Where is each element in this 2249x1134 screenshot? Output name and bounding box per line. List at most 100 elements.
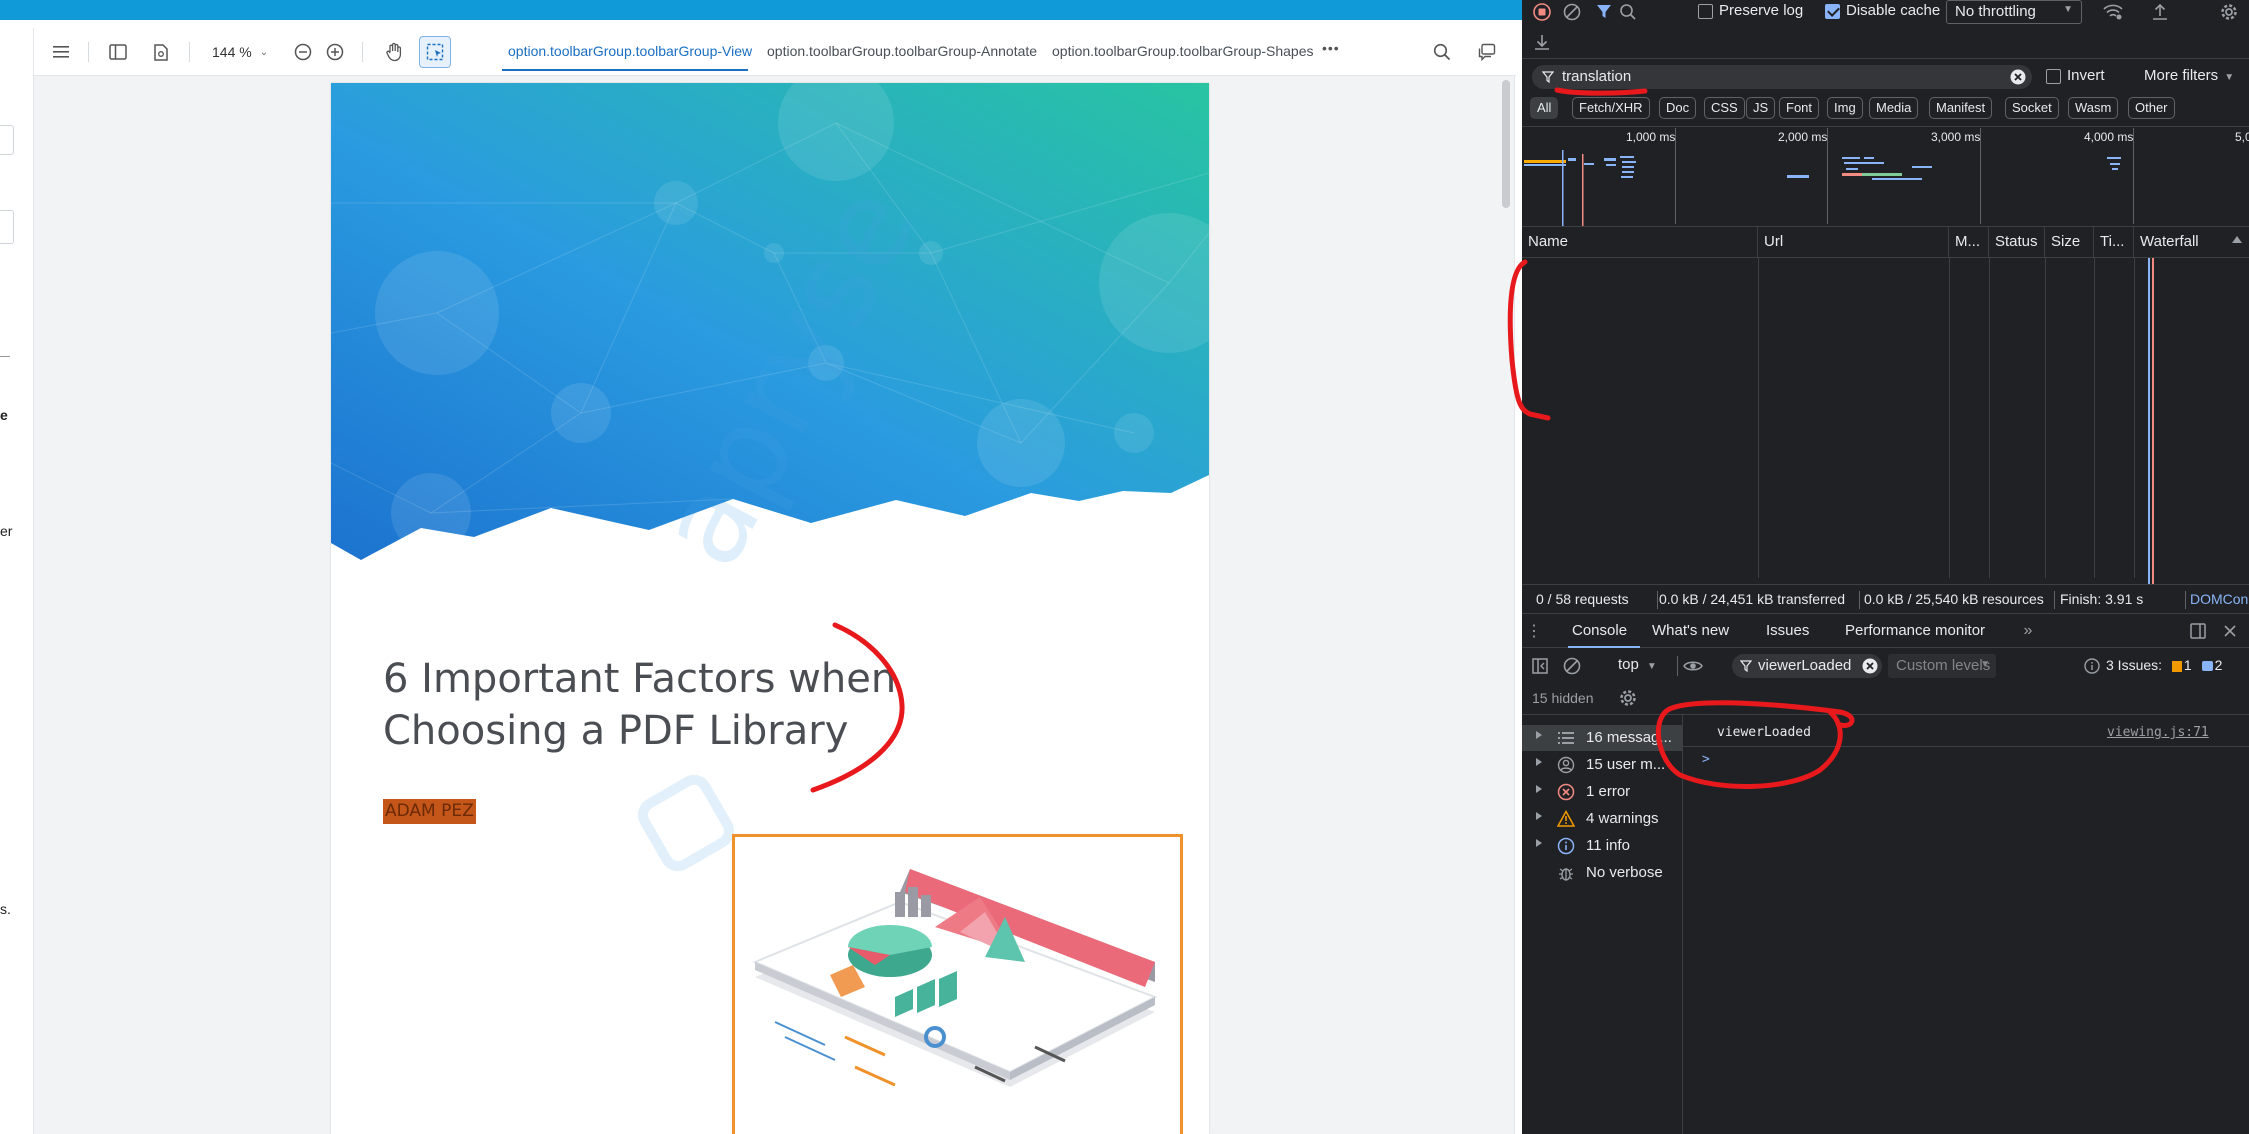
drawer-menu-icon[interactable]: ⋮ — [1526, 622, 1542, 640]
preserve-log-checkbox[interactable]: Preserve log — [1698, 2, 1803, 19]
status-separator — [1657, 591, 1658, 609]
clear-console-icon[interactable] — [1562, 656, 1582, 676]
console-settings-gear-icon[interactable] — [1618, 688, 1638, 708]
divider — [1522, 58, 2249, 59]
tab-performance-monitor[interactable]: Performance monitor — [1845, 622, 1985, 639]
type-filter-css[interactable]: CSS — [1704, 97, 1745, 119]
comments-panel-icon[interactable] — [1473, 38, 1501, 66]
column-method[interactable]: M... — [1949, 226, 1989, 258]
type-filter-manifest[interactable]: Manifest — [1929, 97, 1993, 119]
dock-side-icon[interactable] — [2188, 622, 2208, 640]
tab-view[interactable]: option.toolbarGroup.toolbarGroup-View — [508, 43, 752, 59]
console-prompt[interactable]: > — [1702, 752, 1710, 767]
filter-funnel-icon — [1740, 660, 1752, 672]
column-divider — [2045, 258, 2046, 578]
menu-icon[interactable] — [47, 38, 75, 66]
type-filter-font[interactable]: Font — [1779, 97, 1820, 119]
console-filter-input[interactable]: viewerLoaded — [1732, 654, 1882, 678]
clear-icon[interactable] — [1562, 2, 1582, 22]
tab-issues[interactable]: Issues — [1766, 622, 1809, 639]
sidebar-item-verbose[interactable]: No verbose — [1522, 860, 1682, 886]
type-filter-all[interactable]: All — [1530, 97, 1559, 119]
column-time[interactable]: Ti... — [2094, 226, 2134, 258]
list-icon — [1558, 732, 1574, 744]
search-icon[interactable] — [1618, 2, 1638, 22]
context-selector[interactable]: top ▼ — [1618, 656, 1657, 673]
issues-counter[interactable]: 3 Issues: 1 2 — [2106, 657, 2222, 673]
divider — [1522, 714, 2249, 715]
sidebar-item-user-messages[interactable]: 15 user m... — [1522, 752, 1682, 778]
type-filter-socket[interactable]: Socket — [2005, 97, 2059, 119]
console-message[interactable]: viewerLoaded — [1717, 725, 1811, 740]
sidebar-item-warnings[interactable]: 4 warnings — [1522, 806, 1682, 832]
sidebar-item-label: 15 user m... — [1586, 756, 1666, 773]
left-panel-icon[interactable] — [104, 38, 132, 66]
disable-cache-checkbox[interactable]: Disable cache — [1825, 2, 1940, 19]
filter-funnel-icon — [1542, 71, 1554, 83]
clear-filter-icon[interactable] — [1862, 658, 1878, 674]
type-filter-wasm[interactable]: Wasm — [2068, 97, 2119, 119]
domcontentloaded-time: DOMCon — [2190, 591, 2249, 607]
type-filter-img[interactable]: Img — [1827, 97, 1863, 119]
console-sidebar-divider — [1682, 715, 1683, 1134]
throttling-select[interactable]: No throttling ▼ — [1946, 0, 2082, 24]
console-sidebar-icon[interactable] — [1530, 656, 1550, 676]
issue-info-icon — [2201, 661, 2213, 672]
close-drawer-icon[interactable] — [2220, 622, 2240, 640]
type-filter-fetch-xhr[interactable]: Fetch/XHR — [1572, 97, 1650, 119]
network-toolbar: Preserve log Disable cache No throttling… — [1522, 0, 2249, 24]
fragment-select-box[interactable] — [0, 125, 14, 155]
sidebar-item-errors[interactable]: 1 error — [1522, 779, 1682, 805]
type-filter-doc[interactable]: Doc — [1659, 97, 1697, 119]
clear-filter-icon[interactable] — [2010, 69, 2026, 85]
record-stop-icon[interactable] — [1532, 2, 1552, 22]
download-icon[interactable] — [1532, 32, 1552, 52]
type-filter-media[interactable]: Media — [1869, 97, 1919, 119]
message-source-link[interactable]: viewing.js:71 — [2107, 725, 2209, 740]
live-expression-eye-icon[interactable] — [1682, 656, 1704, 676]
column-size[interactable]: Size — [2045, 226, 2094, 258]
upload-icon[interactable] — [2150, 2, 2170, 22]
more-filters-button[interactable]: More filters ▼ — [2144, 67, 2234, 84]
column-status[interactable]: Status — [1989, 226, 2045, 258]
status-separator — [1859, 591, 1860, 609]
text-select-icon[interactable] — [419, 36, 451, 68]
zoom-in-icon[interactable] — [321, 38, 349, 66]
document-scrollbar[interactable] — [1502, 80, 1510, 208]
checkbox-unchecked — [2046, 68, 2061, 84]
type-filter-other[interactable]: Other — [2128, 97, 2175, 119]
settings-gear-icon[interactable] — [2218, 1, 2240, 23]
log-levels-dropdown[interactable]: Custom levels ▼ — [1888, 654, 1996, 678]
column-url[interactable]: Url — [1758, 226, 1949, 258]
fragment-text-1: e — [0, 407, 8, 423]
more-tabs-icon[interactable]: » — [2018, 622, 2038, 640]
sidebar-item-messages[interactable]: 16 messag... — [1522, 725, 1682, 751]
fragment-input-box[interactable] — [0, 210, 14, 244]
page-settings-icon[interactable] — [147, 38, 175, 66]
expand-arrow-icon — [1536, 758, 1542, 766]
tab-console[interactable]: Console — [1572, 622, 1627, 639]
author-name[interactable]: ADAM PEZ — [383, 799, 476, 824]
dropdown-arrow-icon: ▼ — [2224, 72, 2235, 83]
search-icon[interactable] — [1428, 38, 1456, 66]
column-name[interactable]: Name — [1522, 226, 1758, 258]
active-tab-indicator — [1568, 646, 1640, 648]
document-illustration — [732, 834, 1183, 1134]
disable-cache-label: Disable cache — [1846, 2, 1941, 19]
network-filter-input[interactable]: translation — [1532, 65, 2032, 89]
more-options-icon[interactable]: ••• — [1322, 40, 1340, 56]
tab-shapes[interactable]: option.toolbarGroup.toolbarGroup-Shapes — [1052, 43, 1314, 59]
type-filter-js[interactable]: JS — [1746, 97, 1776, 119]
devtools-panel: Preserve log Disable cache No throttling… — [1522, 0, 2249, 1134]
pan-hand-icon[interactable] — [380, 38, 408, 66]
zoom-out-icon[interactable] — [289, 38, 317, 66]
fragment-text-2: er — [0, 523, 13, 539]
sidebar-item-info[interactable]: 11 info — [1522, 833, 1682, 859]
filter-icon[interactable] — [1594, 2, 1614, 22]
invert-checkbox[interactable]: Invert — [2046, 67, 2105, 84]
zoom-dropdown[interactable]: 144 % ⌄ — [212, 39, 268, 65]
tab-whats-new[interactable]: What's new — [1652, 622, 1729, 639]
finish-time: Finish: 3.91 s — [2060, 591, 2144, 607]
tab-annotate[interactable]: option.toolbarGroup.toolbarGroup-Annotat… — [767, 43, 1037, 59]
network-conditions-icon[interactable] — [2102, 2, 2124, 22]
